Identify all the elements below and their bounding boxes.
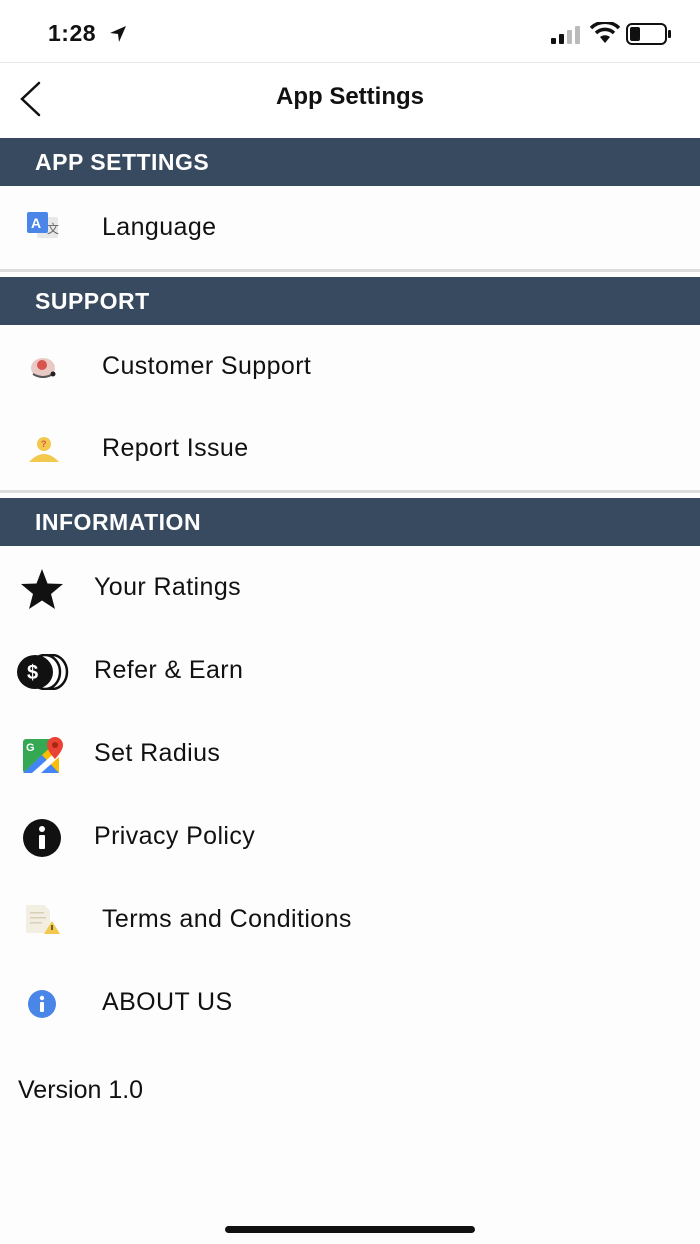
status-time: 1:28 [48, 20, 97, 46]
document-warning-icon [24, 903, 62, 937]
report-user-icon: ? [26, 432, 62, 466]
row-language[interactable]: 文 A Language [0, 187, 700, 269]
row-label: Set Radius [94, 739, 221, 767]
status-bar: 1:28 [0, 0, 700, 62]
section-header-information: INFORMATION [0, 498, 700, 546]
page-title: App Settings [276, 83, 424, 110]
svg-text:A: A [31, 215, 41, 231]
version-label: Version 1.0 [18, 1076, 144, 1104]
info-icon [22, 818, 62, 858]
support-agent-icon [26, 350, 60, 384]
row-label: Privacy Policy [94, 822, 256, 850]
svg-text:文: 文 [47, 221, 59, 236]
row-label: ABOUT US [102, 988, 233, 1016]
row-customer-support[interactable]: Customer Support [0, 326, 700, 408]
translate-icon: 文 A [26, 210, 60, 244]
row-label: Language [102, 213, 217, 241]
row-label: Refer & Earn [94, 656, 244, 684]
divider [0, 490, 700, 493]
maps-icon: G [22, 735, 66, 775]
svg-text:$: $ [27, 662, 38, 684]
divider [0, 269, 700, 272]
row-report-issue[interactable]: ? Report Issue [0, 408, 700, 490]
row-refer-earn[interactable]: $ Refer & Earn [0, 630, 700, 712]
battery-icon [626, 23, 671, 45]
star-icon [18, 567, 66, 611]
row-your-ratings[interactable]: Your Ratings [0, 547, 700, 629]
navigation-header: App Settings [0, 62, 700, 137]
row-label: Report Issue [102, 434, 249, 462]
section-header-support: SUPPORT [0, 277, 700, 325]
row-label: Your Ratings [94, 573, 242, 601]
wifi-icon [590, 22, 620, 43]
cellular-signal-icon [551, 26, 580, 44]
row-set-radius[interactable]: G Set Radius [0, 713, 700, 795]
section-header-app-settings: APP SETTINGS [0, 138, 700, 186]
svg-text:G: G [26, 742, 35, 754]
home-indicator[interactable] [225, 1226, 475, 1233]
row-terms-and-conditions[interactable]: Terms and Conditions [0, 879, 700, 961]
location-arrow-icon [110, 26, 126, 42]
info-blue-icon [26, 988, 58, 1020]
row-label: Customer Support [102, 352, 312, 380]
coins-icon: $ [16, 654, 70, 690]
row-about-us[interactable]: ABOUT US [0, 962, 700, 1044]
row-label: Terms and Conditions [102, 905, 352, 933]
svg-text:?: ? [41, 439, 47, 449]
row-privacy-policy[interactable]: Privacy Policy [0, 796, 700, 878]
